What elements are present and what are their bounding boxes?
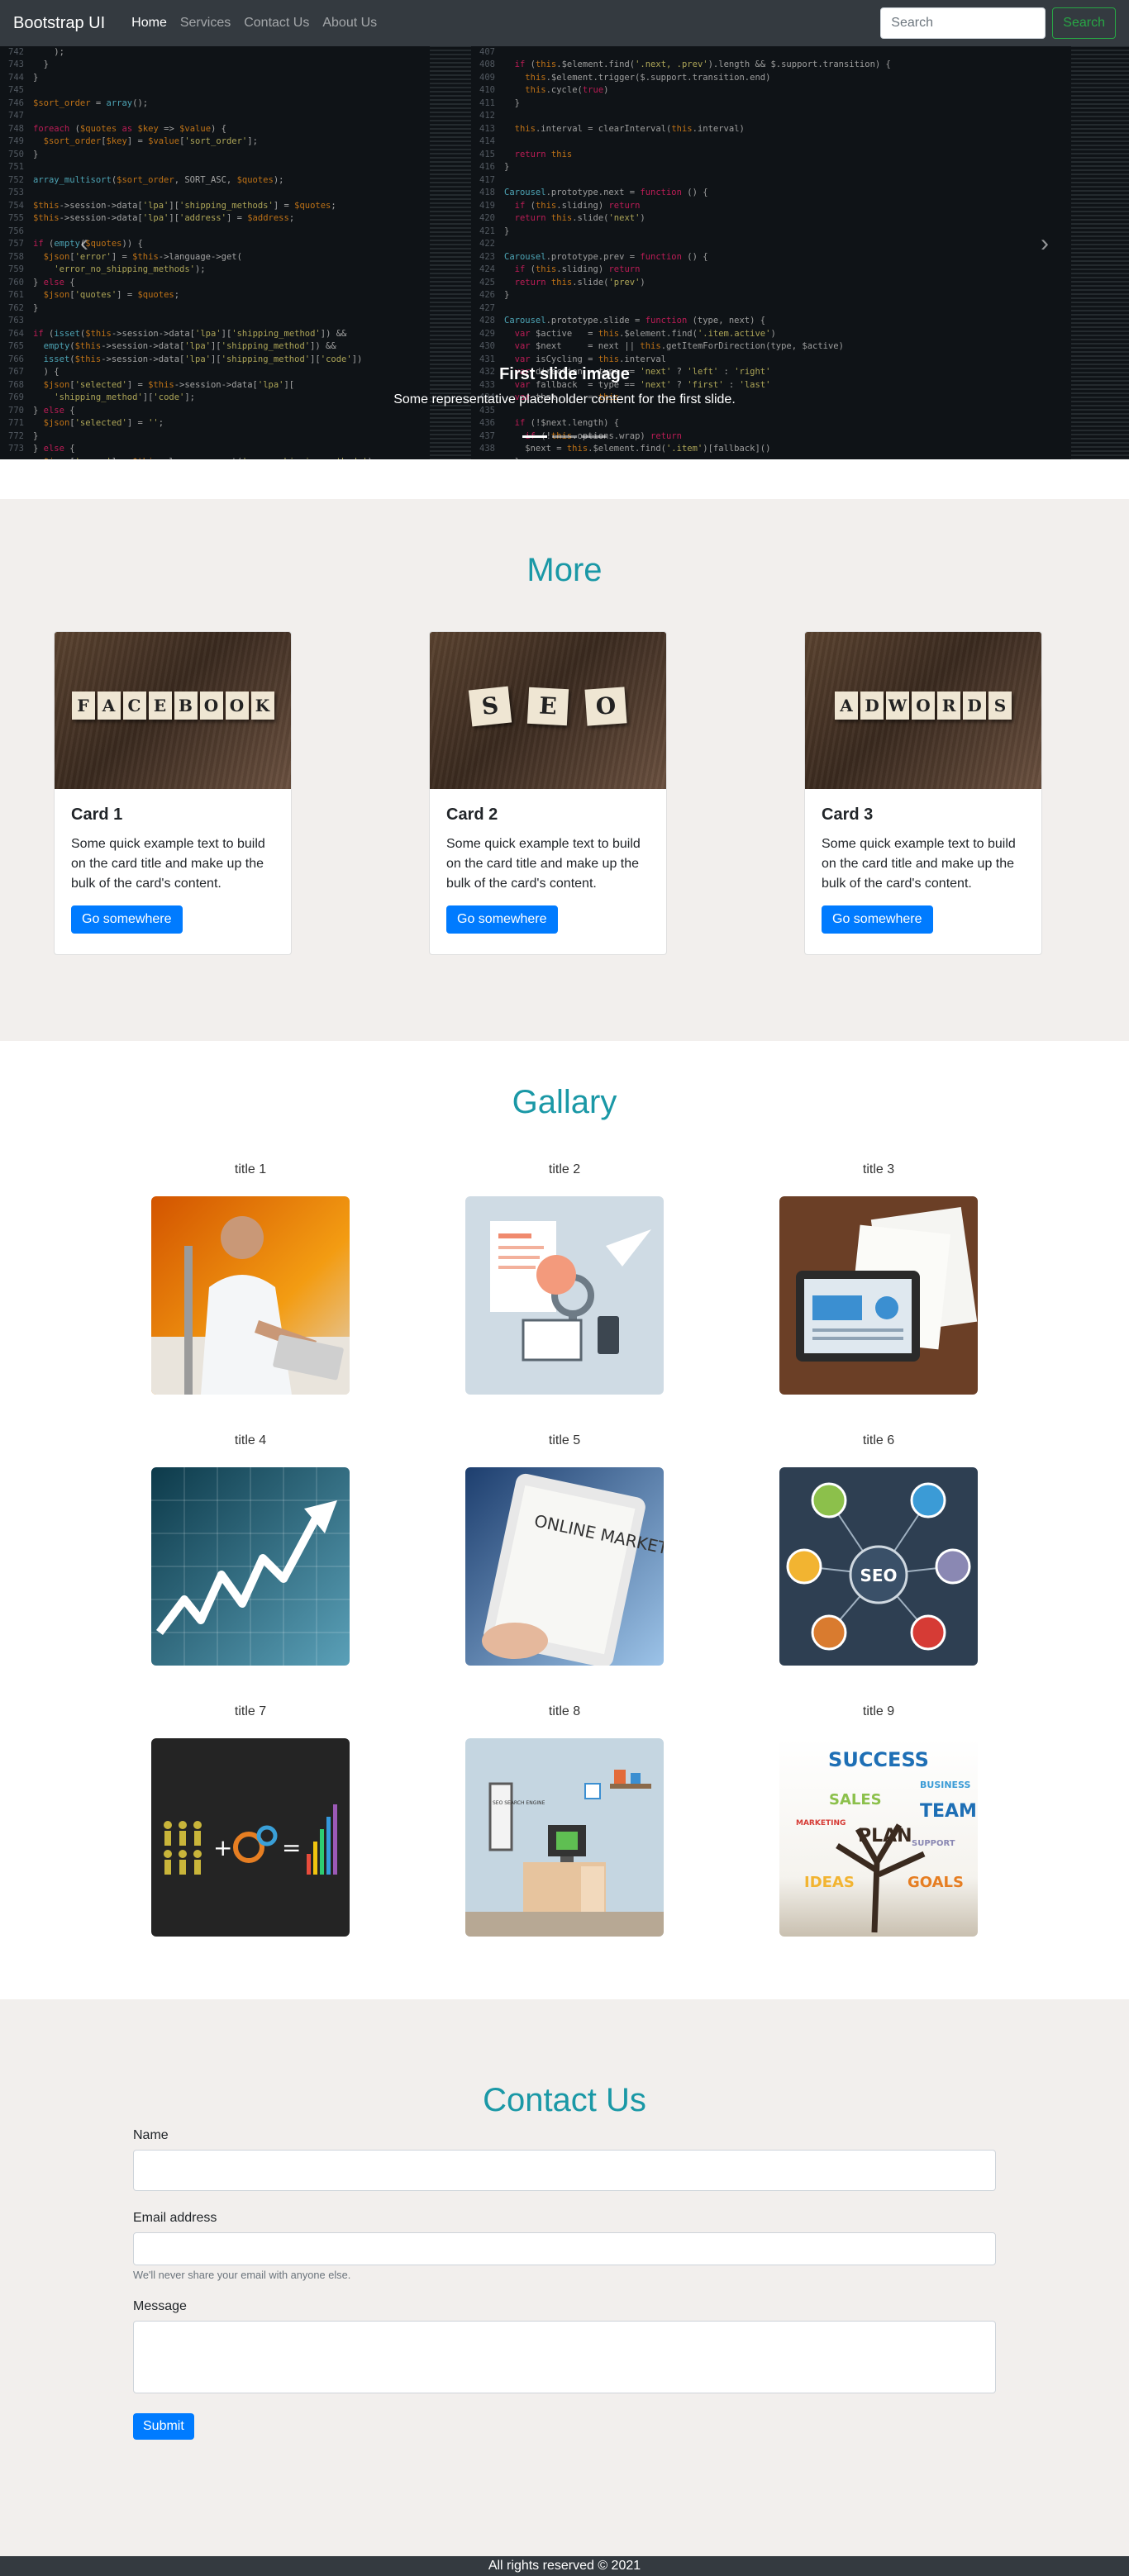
card-1-image: FACEBOOK — [55, 632, 291, 789]
tree-word-sales: SALES — [829, 1791, 882, 1808]
gallery-section-title: Gallary — [512, 1084, 617, 1120]
gallery-item-8: title 8 SEO SEARCH ENGINE — [465, 1702, 664, 1937]
gallery-item-title: title 2 — [548, 1162, 581, 1176]
carousel-next-control[interactable]: › — [1035, 231, 1055, 256]
seo-poster-image-text: SEO SEARCH ENGINE — [493, 1800, 545, 1806]
gallery-image-2[interactable] — [465, 1196, 664, 1395]
top-navbar: Bootstrap UI Home Services Contact Us Ab… — [0, 0, 1129, 46]
navbar-brand[interactable]: Bootstrap UI — [13, 14, 105, 33]
gallery-item-title: title 7 — [234, 1704, 267, 1718]
gallery-image-6[interactable]: SEO — [779, 1467, 978, 1666]
facebook-tiles-image: FACEBOOK — [55, 692, 291, 720]
gallery-item-3: title 3 — [779, 1160, 978, 1395]
card-2-button[interactable]: Go somewhere — [446, 905, 558, 934]
nav-link-contact-us[interactable]: Contact Us — [237, 16, 316, 31]
card-2-text: Some quick example text to build on the … — [446, 837, 641, 891]
more-section-title: More — [526, 552, 603, 588]
carousel-indicator-1[interactable] — [522, 435, 547, 438]
gallery-item-title: title 6 — [862, 1433, 895, 1447]
gallery-image-5[interactable]: ONLINE MARKETING — [465, 1467, 664, 1666]
email-label: Email address — [133, 2211, 217, 2225]
gallery-item-2: title 2 — [465, 1160, 664, 1395]
name-label: Name — [133, 2128, 169, 2142]
tree-word-goals: GOALS — [907, 1874, 964, 1891]
gallery-item-6: title 6 SEO — [779, 1431, 978, 1666]
svg-text:=: = — [282, 1834, 301, 1861]
gallery-item-title: title 8 — [548, 1704, 581, 1718]
card-3-title: Card 3 — [822, 806, 874, 824]
name-field[interactable] — [133, 2150, 996, 2191]
gallery-item-title: title 4 — [234, 1433, 267, 1447]
tree-word-plan: PLAN — [858, 1826, 912, 1846]
message-label: Message — [133, 2299, 187, 2313]
navbar-search-form: Search — [880, 7, 1116, 39]
card-3-text: Some quick example text to build on the … — [822, 837, 1016, 891]
gallery-item-title: title 9 — [862, 1704, 895, 1718]
svg-text:+: + — [213, 1834, 232, 1861]
card-2-image: S E O — [430, 632, 666, 789]
carousel-caption-text: Some representative placeholder content … — [393, 392, 736, 406]
footer-text: All rights reserved © 2021 — [488, 2559, 641, 2573]
gallery-image-1[interactable] — [151, 1196, 350, 1395]
gallery-image-8[interactable]: SEO SEARCH ENGINE — [465, 1738, 664, 1937]
gallery-item-title: title 1 — [234, 1162, 267, 1176]
email-field[interactable] — [133, 2232, 996, 2265]
message-field[interactable] — [133, 2321, 996, 2393]
carousel-caption-title: First slide image — [499, 365, 630, 383]
carousel-indicators — [0, 435, 1129, 438]
contact-section-title: Contact Us — [483, 2082, 646, 2118]
contact-form: Name Email address We'll never share you… — [133, 2128, 996, 2440]
nav-link-home[interactable]: Home — [125, 16, 174, 31]
footer: All rights reserved © 2021 — [0, 2556, 1129, 2576]
search-button[interactable]: Search — [1052, 7, 1116, 39]
carousel-caption: First slide image Some representative pl… — [0, 365, 1129, 407]
carousel-indicator-3[interactable] — [582, 435, 607, 438]
tree-word-ideas: IDEAS — [804, 1874, 855, 1891]
card-3-image: ADWORDS — [805, 632, 1041, 789]
tree-word-support: SUPPORT — [912, 1839, 955, 1848]
gallery-section: Gallary title 1 title 2 title 3 title 4 … — [0, 1041, 1129, 1999]
card-1: FACEBOOK Card 1 Some quick example text … — [54, 631, 292, 955]
gallery-item-9: title 9 SUCCESS SALES TEAM PLAN IDEAS GO… — [779, 1702, 978, 1937]
success-image-text: SUCCESS — [828, 1748, 929, 1771]
gallery-item-title: title 5 — [548, 1433, 581, 1447]
carousel-prev-control[interactable]: ‹ — [74, 231, 94, 256]
card-3: ADWORDS Card 3 Some quick example text t… — [804, 631, 1042, 955]
gallery-item-5: title 5 ONLINE MARKETING — [465, 1431, 664, 1666]
seo-tiles-image: S E O — [430, 686, 666, 727]
hero-carousel: 741 742 743 744 745 746 747 748 749 750 … — [0, 0, 1129, 459]
gallery-image-7[interactable]: + = — [151, 1738, 350, 1937]
adwords-tiles-image: ADWORDS — [805, 692, 1041, 720]
nav-link-about-us[interactable]: About Us — [316, 16, 383, 31]
tree-word-team: TEAM — [920, 1801, 977, 1822]
more-section: More FACEBOOK Card 1 Some quick example … — [0, 499, 1129, 1041]
gallery-item-4: title 4 — [151, 1431, 350, 1666]
gallery-item-title: title 3 — [862, 1162, 895, 1176]
gallery-image-4[interactable] — [151, 1467, 350, 1666]
gallery-item-1: title 1 — [151, 1160, 350, 1395]
carousel-indicator-2[interactable] — [552, 435, 577, 438]
card-2: S E O Card 2 Some quick example text to … — [429, 631, 667, 955]
contact-section: Contact Us Name Email address We'll neve… — [0, 1999, 1129, 2556]
email-help-text: We'll never share your email with anyone… — [133, 2269, 351, 2281]
seo-image-text: SEO — [860, 1566, 897, 1585]
card-1-text: Some quick example text to build on the … — [71, 837, 265, 891]
card-2-title: Card 2 — [446, 806, 498, 824]
card-1-title: Card 1 — [71, 806, 123, 824]
search-input[interactable] — [880, 7, 1046, 39]
card-3-button[interactable]: Go somewhere — [822, 905, 933, 934]
submit-button[interactable]: Submit — [133, 2413, 194, 2440]
gallery-image-9[interactable]: SUCCESS SALES TEAM PLAN IDEAS GOALS BUSI… — [779, 1738, 978, 1937]
chevron-left-icon: ‹ — [80, 230, 88, 257]
tree-word-business: BUSINESS — [920, 1780, 970, 1790]
tree-word-marketing: MARKETING — [796, 1819, 846, 1827]
gallery-item-7: title 7 + = — [151, 1702, 350, 1937]
card-1-button[interactable]: Go somewhere — [71, 905, 183, 934]
chevron-right-icon: › — [1041, 230, 1049, 257]
gallery-image-3[interactable] — [779, 1196, 978, 1395]
nav-link-services[interactable]: Services — [174, 16, 237, 31]
